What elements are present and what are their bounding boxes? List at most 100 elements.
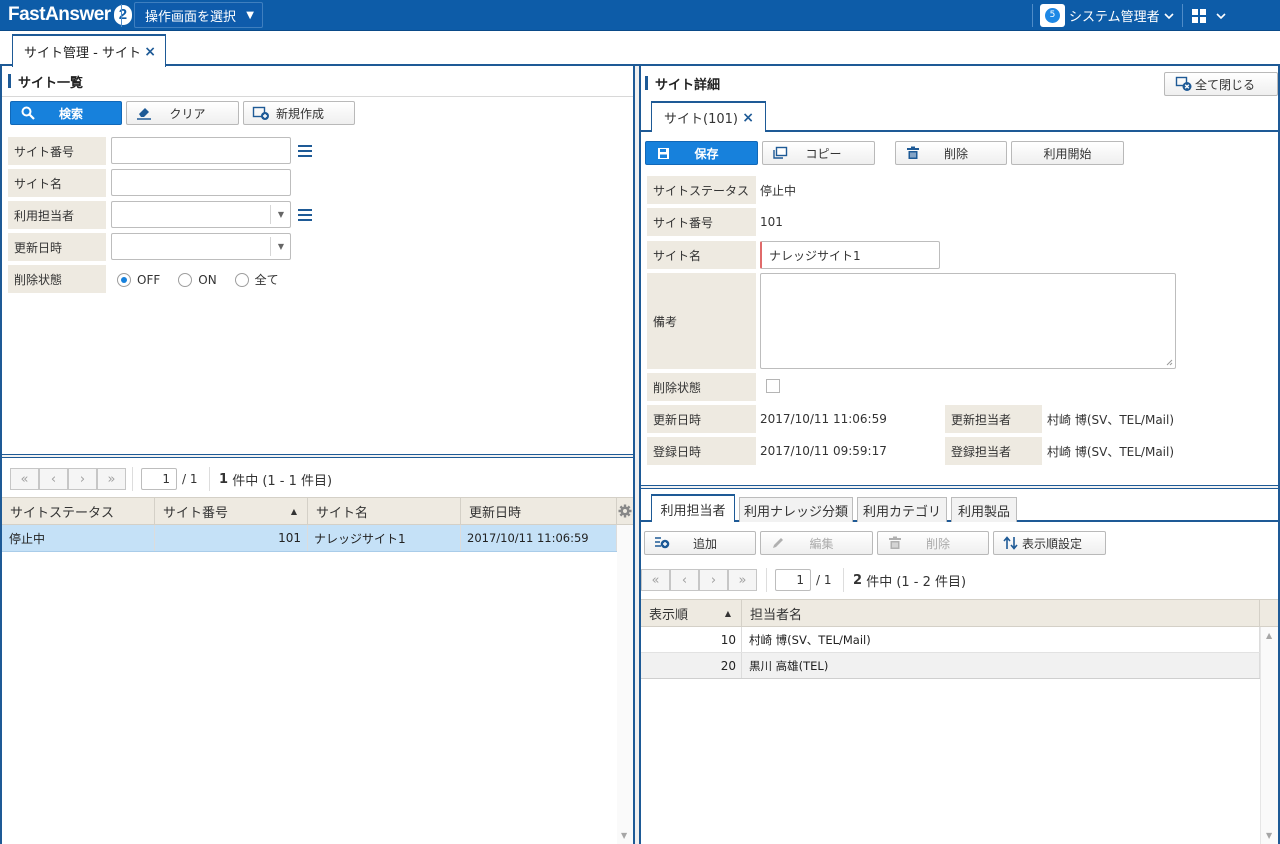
radio-on-label: ON: [198, 272, 217, 287]
scroll-down-icon[interactable]: ▼: [621, 831, 627, 840]
right-pager-nav: « ‹ › »: [641, 569, 757, 591]
scroll-up-icon[interactable]: ▲: [1266, 631, 1272, 640]
save-button[interactable]: 保存: [645, 141, 758, 165]
user-label: 利用担当者: [8, 201, 106, 229]
subtab-category[interactable]: 利用カテゴリ: [857, 497, 947, 522]
user-menu[interactable]: 5 システム管理者: [1040, 3, 1174, 28]
updated-select[interactable]: ▼: [111, 233, 291, 260]
created-value: 2017/10/11 09:59:17: [760, 444, 887, 458]
prev-page-button[interactable]: ‹: [670, 569, 699, 591]
clear-button[interactable]: クリア: [126, 101, 239, 125]
status-label: サイトステータス: [647, 176, 756, 204]
deleted-checkbox[interactable]: [766, 379, 780, 393]
caret-down-icon: ▼: [277, 210, 284, 219]
number-value: 101: [760, 215, 783, 229]
radio-off[interactable]: [117, 272, 131, 287]
apps-menu[interactable]: [1192, 4, 1226, 27]
screen-select-dropdown[interactable]: 操作画面を選択 ▼: [134, 2, 263, 28]
subtab-product[interactable]: 利用製品: [951, 497, 1017, 522]
sort-icon: [1003, 536, 1018, 550]
horizontal-splitter[interactable]: [2, 454, 633, 458]
first-page-button[interactable]: «: [641, 569, 670, 591]
last-page-button[interactable]: »: [728, 569, 757, 591]
table-row[interactable]: 停止中 101 ナレッジサイト1 2017/10/11 11:06:59: [2, 525, 617, 552]
chevron-down-icon: [1164, 12, 1174, 19]
app-logo[interactable]: FastAnswer 2: [8, 3, 132, 27]
scroll-down-icon[interactable]: ▼: [1266, 831, 1272, 840]
col-header-user-name[interactable]: 担当者名: [742, 600, 1260, 626]
radio-on[interactable]: [178, 272, 193, 287]
col-header-status[interactable]: サイトステータス: [2, 498, 155, 524]
list-icon[interactable]: [298, 145, 312, 157]
list-icon[interactable]: [298, 209, 312, 221]
next-page-button[interactable]: ›: [68, 468, 97, 490]
radio-all[interactable]: [234, 272, 249, 287]
col-header-updated[interactable]: 更新日時: [461, 498, 617, 524]
resize-handle-icon[interactable]: [1166, 359, 1173, 366]
edit-button[interactable]: 編集: [760, 531, 873, 555]
header-filler: [1260, 599, 1278, 627]
col-header-order[interactable]: 表示順 ▲: [641, 600, 742, 626]
chevron-down-icon: [1216, 12, 1226, 19]
tab-site-101[interactable]: サイト(101) ×: [651, 101, 766, 132]
site-number-input[interactable]: [111, 137, 291, 164]
note-textarea[interactable]: [760, 273, 1176, 369]
divider: [121, 4, 122, 27]
trash-icon: [889, 536, 901, 549]
table-settings-button[interactable]: [617, 497, 633, 525]
left-page-input[interactable]: 1: [141, 468, 177, 490]
last-page-button[interactable]: »: [97, 468, 126, 490]
divider: [209, 467, 210, 491]
divider: [270, 205, 271, 224]
col-header-name[interactable]: サイト名: [308, 498, 461, 524]
table-row[interactable]: 10 村崎 博(SV、TEL/Mail): [641, 627, 1260, 653]
start-use-button[interactable]: 利用開始: [1011, 141, 1124, 165]
site-name-field[interactable]: ナレッジサイト1: [760, 241, 940, 269]
right-table-header: 表示順 ▲ 担当者名: [641, 599, 1260, 627]
order-setting-button[interactable]: 表示順設定: [993, 531, 1106, 555]
subtab-users[interactable]: 利用担当者: [651, 494, 735, 522]
right-page-input[interactable]: 1: [775, 569, 811, 591]
divider: [2, 96, 633, 97]
divider: [1032, 4, 1033, 27]
cell-user-name: 村崎 博(SV、TEL/Mail): [742, 627, 1260, 652]
created-by-label: 登録担当者: [945, 437, 1042, 465]
sub-delete-button-label: 削除: [925, 536, 950, 551]
left-table-scrollbar[interactable]: ▼: [617, 525, 633, 844]
sub-delete-button[interactable]: 削除: [877, 531, 989, 555]
copy-button-label: コピー: [805, 146, 842, 161]
col-header-number[interactable]: サイト番号 ▲: [155, 498, 308, 524]
close-all-button[interactable]: 全て閉じる: [1164, 72, 1278, 96]
right-table-scrollbar[interactable]: ▲ ▼: [1260, 627, 1278, 844]
close-icon[interactable]: ×: [144, 44, 156, 60]
created-label: 登録日時: [647, 437, 756, 465]
vertical-splitter[interactable]: [633, 66, 641, 844]
logo-version: 2: [113, 5, 132, 25]
deleted-radio-group: OFF ON 全て: [117, 271, 279, 288]
user-select[interactable]: ▼: [111, 201, 291, 228]
delete-button[interactable]: 削除: [895, 141, 1007, 165]
tab-label: サイト(101): [664, 112, 738, 127]
delete-button-label: 削除: [943, 146, 968, 161]
table-row[interactable]: 20 黒川 高雄(TEL): [641, 653, 1260, 679]
divider: [270, 237, 271, 256]
left-table-header: サイトステータス サイト番号 ▲ サイト名 更新日時: [2, 497, 617, 525]
site-name-input[interactable]: [111, 169, 291, 196]
site-number-label: サイト番号: [8, 137, 106, 165]
create-button[interactable]: 新規作成: [243, 101, 355, 125]
next-page-button[interactable]: ›: [699, 569, 728, 591]
trash-icon: [907, 146, 919, 159]
cell-order: 10: [641, 627, 742, 652]
close-icon[interactable]: ×: [742, 110, 754, 126]
copy-button[interactable]: コピー: [762, 141, 875, 165]
add-button[interactable]: 追加: [644, 531, 756, 555]
number-label: サイト番号: [647, 208, 756, 236]
right-page-total: / 1: [816, 573, 832, 587]
divider: [843, 568, 844, 592]
prev-page-button[interactable]: ‹: [39, 468, 68, 490]
subtab-knowledge-class[interactable]: 利用ナレッジ分類: [739, 497, 853, 522]
first-page-button[interactable]: «: [10, 468, 39, 490]
horizontal-splitter[interactable]: [641, 485, 1278, 489]
tab-site-management[interactable]: サイト管理 - サイト ×: [12, 34, 166, 67]
search-button[interactable]: 検索: [10, 101, 122, 125]
